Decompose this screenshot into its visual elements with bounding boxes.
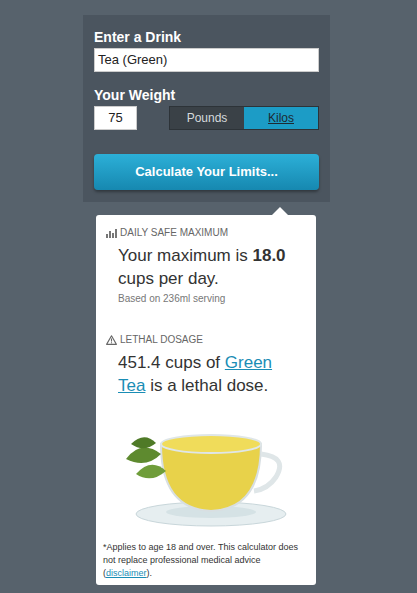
pointer-arrow bbox=[272, 207, 288, 215]
drink-label: Enter a Drink bbox=[94, 28, 319, 46]
unit-toggle: PoundsKilos bbox=[169, 106, 319, 130]
unit-option[interactable]: Pounds bbox=[170, 107, 244, 129]
weight-label: Your Weight bbox=[94, 86, 319, 104]
form-panel: Enter a Drink Tea (Green) Your Weight 75 Pou… bbox=[83, 15, 330, 202]
tea-photo bbox=[106, 419, 306, 529]
result-card: DAILY SAFE MAXIMUM Your maximum is 18.0 c… bbox=[96, 215, 316, 585]
daily-text: Your maximum is 18.0 cups per day. bbox=[118, 244, 294, 290]
lethal-text: 451.4 cups of Green Tea is a lethal dose… bbox=[118, 351, 294, 397]
drink-link[interactable]: Green Tea bbox=[118, 353, 272, 395]
disclaimer-link[interactable]: disclaimer bbox=[106, 568, 147, 578]
chart-icon bbox=[106, 228, 117, 238]
calculate-button[interactable]: Calculate Your Limits... bbox=[94, 154, 319, 190]
drink-input[interactable]: Tea (Green) bbox=[94, 48, 319, 72]
daily-heading: DAILY SAFE MAXIMUM bbox=[106, 225, 294, 240]
weight-input[interactable]: 75 bbox=[94, 106, 137, 130]
lethal-heading: LETHAL DOSAGE bbox=[106, 332, 294, 347]
footnote: *Applies to age 18 and over. This calcul… bbox=[103, 541, 306, 580]
page: Enter a Drink Tea (Green) Your Weight 75 Pou… bbox=[0, 0, 417, 593]
unit-option[interactable]: Kilos bbox=[244, 107, 318, 129]
calculator: Enter a Drink Tea (Green) Your Weight 75 Pou… bbox=[83, 15, 330, 585]
warning-icon bbox=[106, 335, 117, 345]
serving-note: Based on 236ml serving bbox=[118, 291, 294, 306]
